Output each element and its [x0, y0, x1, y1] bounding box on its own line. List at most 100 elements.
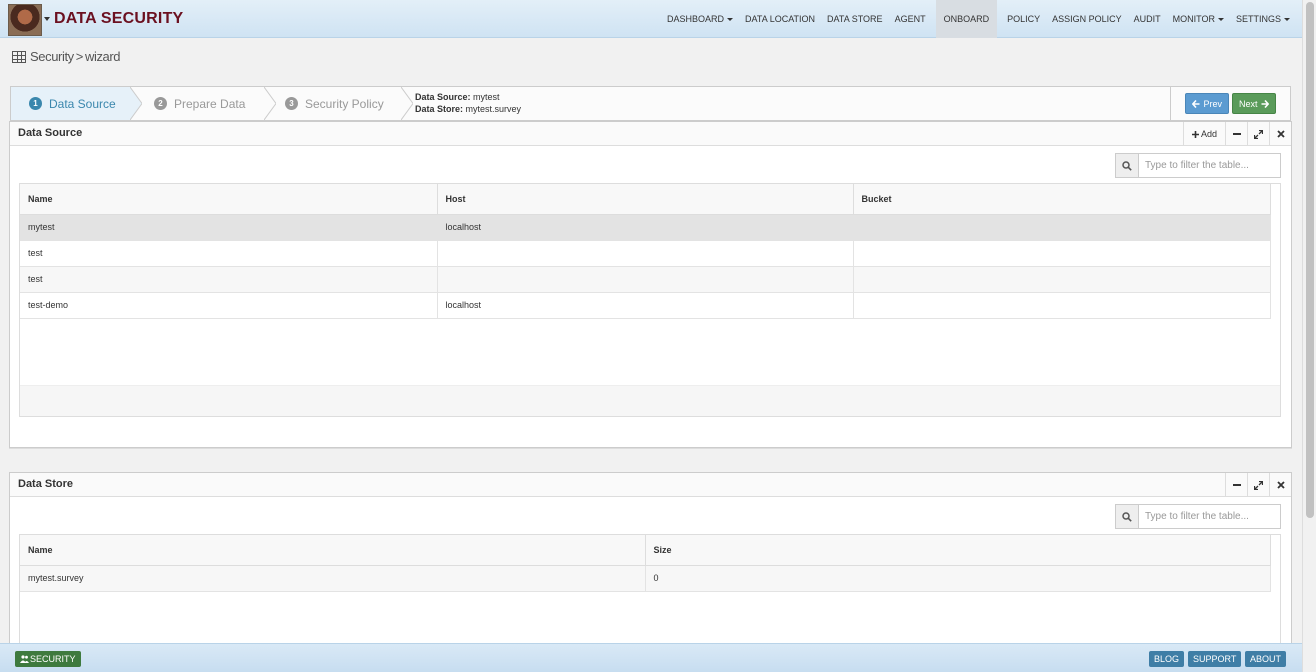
breadcrumb-section[interactable]: Security — [30, 49, 74, 64]
collapse-button[interactable] — [1225, 122, 1247, 146]
user-avatar[interactable] — [8, 4, 42, 36]
step-chevron-icon — [130, 87, 142, 120]
data-store-label: Data Store: — [415, 104, 464, 114]
search-input[interactable] — [1139, 505, 1280, 528]
expand-icon — [1254, 129, 1263, 139]
wizard-steps-bar: 1 Data Source 2 Prepare Data 3 Security … — [10, 86, 1291, 121]
cell-name: test — [20, 266, 438, 293]
main-nav: DASHBOARD DATA LOCATION DATA STORE AGENT… — [661, 0, 1296, 38]
caret-down-icon — [727, 17, 734, 21]
close-icon — [1276, 481, 1285, 489]
breadcrumb-separator: > — [75, 49, 84, 64]
cell-host: localhost — [437, 292, 854, 319]
prev-label: Prev — [1203, 98, 1222, 109]
wizard-actions: Prev Next — [1170, 87, 1290, 120]
cell-name: test-demo — [20, 292, 438, 319]
top-navbar: DATA SECURITY DASHBOARD DATA LOCATION DA… — [0, 0, 1302, 38]
nav-data-location[interactable]: DATA LOCATION — [739, 0, 821, 38]
column-header-size[interactable]: Size — [645, 535, 1271, 566]
scrollbar-thumb[interactable] — [1306, 2, 1314, 518]
plus-icon — [1191, 130, 1199, 138]
nav-audit[interactable]: AUDIT — [1128, 0, 1167, 38]
fullscreen-button[interactable] — [1247, 473, 1269, 497]
users-icon — [20, 655, 29, 663]
cell-host — [437, 266, 854, 293]
security-label: SECURITY — [30, 654, 76, 664]
wizard-step-data-source[interactable]: 1 Data Source — [11, 87, 131, 120]
fullscreen-button[interactable] — [1247, 122, 1269, 146]
column-header-host[interactable]: Host — [437, 184, 854, 215]
step-label: Prepare Data — [174, 96, 246, 111]
close-button[interactable] — [1269, 122, 1291, 146]
cell-name: test — [20, 240, 438, 267]
cell-bucket — [853, 266, 1271, 293]
breadcrumb-page: wizard — [84, 49, 121, 64]
nav-dashboard[interactable]: DASHBOARD — [661, 0, 739, 38]
app-title[interactable]: DATA SECURITY — [54, 10, 183, 28]
collapse-button[interactable] — [1225, 473, 1247, 497]
table-row[interactable]: mytest.survey 0 — [20, 565, 1271, 592]
nav-onboard[interactable]: ONBOARD — [935, 0, 998, 38]
table-footer — [20, 385, 1280, 416]
filter-box — [1115, 504, 1281, 529]
cell-bucket — [853, 240, 1271, 267]
panel-header: Data Store — [10, 473, 1291, 497]
cell-host — [437, 240, 854, 267]
search-icon — [1116, 505, 1139, 528]
nav-data-store[interactable]: DATA STORE — [821, 0, 889, 38]
wizard-step-prepare-data[interactable]: 2 Prepare Data — [143, 87, 265, 120]
arrow-right-icon — [1261, 99, 1269, 108]
panel-separator — [9, 448, 1292, 472]
search-icon — [1116, 154, 1139, 177]
cell-name: mytest.survey — [20, 565, 646, 592]
step-chevron-icon — [401, 87, 413, 120]
cell-size: 0 — [645, 565, 1271, 592]
table-row[interactable]: test — [20, 266, 1271, 293]
nav-monitor[interactable]: MONITOR — [1167, 0, 1230, 38]
step-number-badge: 1 — [29, 97, 42, 110]
search-input[interactable] — [1139, 154, 1280, 177]
close-icon — [1276, 130, 1285, 138]
arrow-left-icon — [1192, 99, 1200, 108]
data-source-table: Name Host Bucket mytest localhost test t… — [19, 183, 1281, 417]
wizard-step-security-policy[interactable]: 3 Security Policy — [277, 87, 402, 120]
table-header-row: Name Host Bucket — [20, 184, 1271, 215]
data-store-value: mytest.survey — [465, 104, 522, 114]
data-source-value: mytest — [473, 92, 500, 102]
expand-icon — [1254, 480, 1263, 490]
table-row[interactable]: test — [20, 240, 1271, 267]
close-button[interactable] — [1269, 473, 1291, 497]
column-header-bucket[interactable]: Bucket — [853, 184, 1271, 215]
add-button[interactable]: Add — [1182, 122, 1225, 146]
security-badge[interactable]: SECURITY — [15, 651, 81, 667]
nav-assign-policy[interactable]: ASSIGN POLICY — [1046, 0, 1128, 38]
panel-tools — [1225, 473, 1291, 497]
nav-policy[interactable]: POLICY — [1001, 0, 1046, 38]
support-link[interactable]: SUPPORT — [1188, 651, 1242, 667]
panel-header: Data Source Add — [10, 122, 1291, 146]
column-header-name[interactable]: Name — [20, 535, 646, 566]
data-store-table: Name Size mytest.survey 0 — [19, 534, 1281, 652]
caret-down-icon — [1217, 17, 1224, 21]
cell-name: mytest — [20, 214, 438, 241]
table-row[interactable]: test-demo localhost — [20, 292, 1271, 319]
caret-down-icon — [1284, 17, 1290, 21]
next-button[interactable]: Next — [1232, 93, 1276, 114]
panel-tools: Add — [1182, 122, 1291, 146]
about-link[interactable]: ABOUT — [1245, 651, 1287, 667]
nav-agent[interactable]: AGENT — [889, 0, 932, 38]
cell-host: localhost — [437, 214, 854, 241]
page-scrollbar[interactable] — [1302, 0, 1316, 672]
add-label: Add — [1200, 129, 1217, 139]
step-chevron-icon — [264, 87, 276, 120]
panel-title: Data Store — [18, 478, 74, 490]
panel-title: Data Source — [18, 127, 83, 139]
step-number-badge: 2 — [154, 97, 167, 110]
avatar-caret-down-icon[interactable] — [44, 17, 50, 21]
prev-button[interactable]: Prev — [1185, 93, 1229, 114]
table-row[interactable]: mytest localhost — [20, 214, 1271, 241]
column-header-name[interactable]: Name — [20, 184, 438, 215]
nav-settings[interactable]: SETTINGS — [1230, 0, 1296, 38]
table-header-row: Name Size — [20, 535, 1271, 566]
blog-link[interactable]: BLOG — [1149, 651, 1185, 667]
